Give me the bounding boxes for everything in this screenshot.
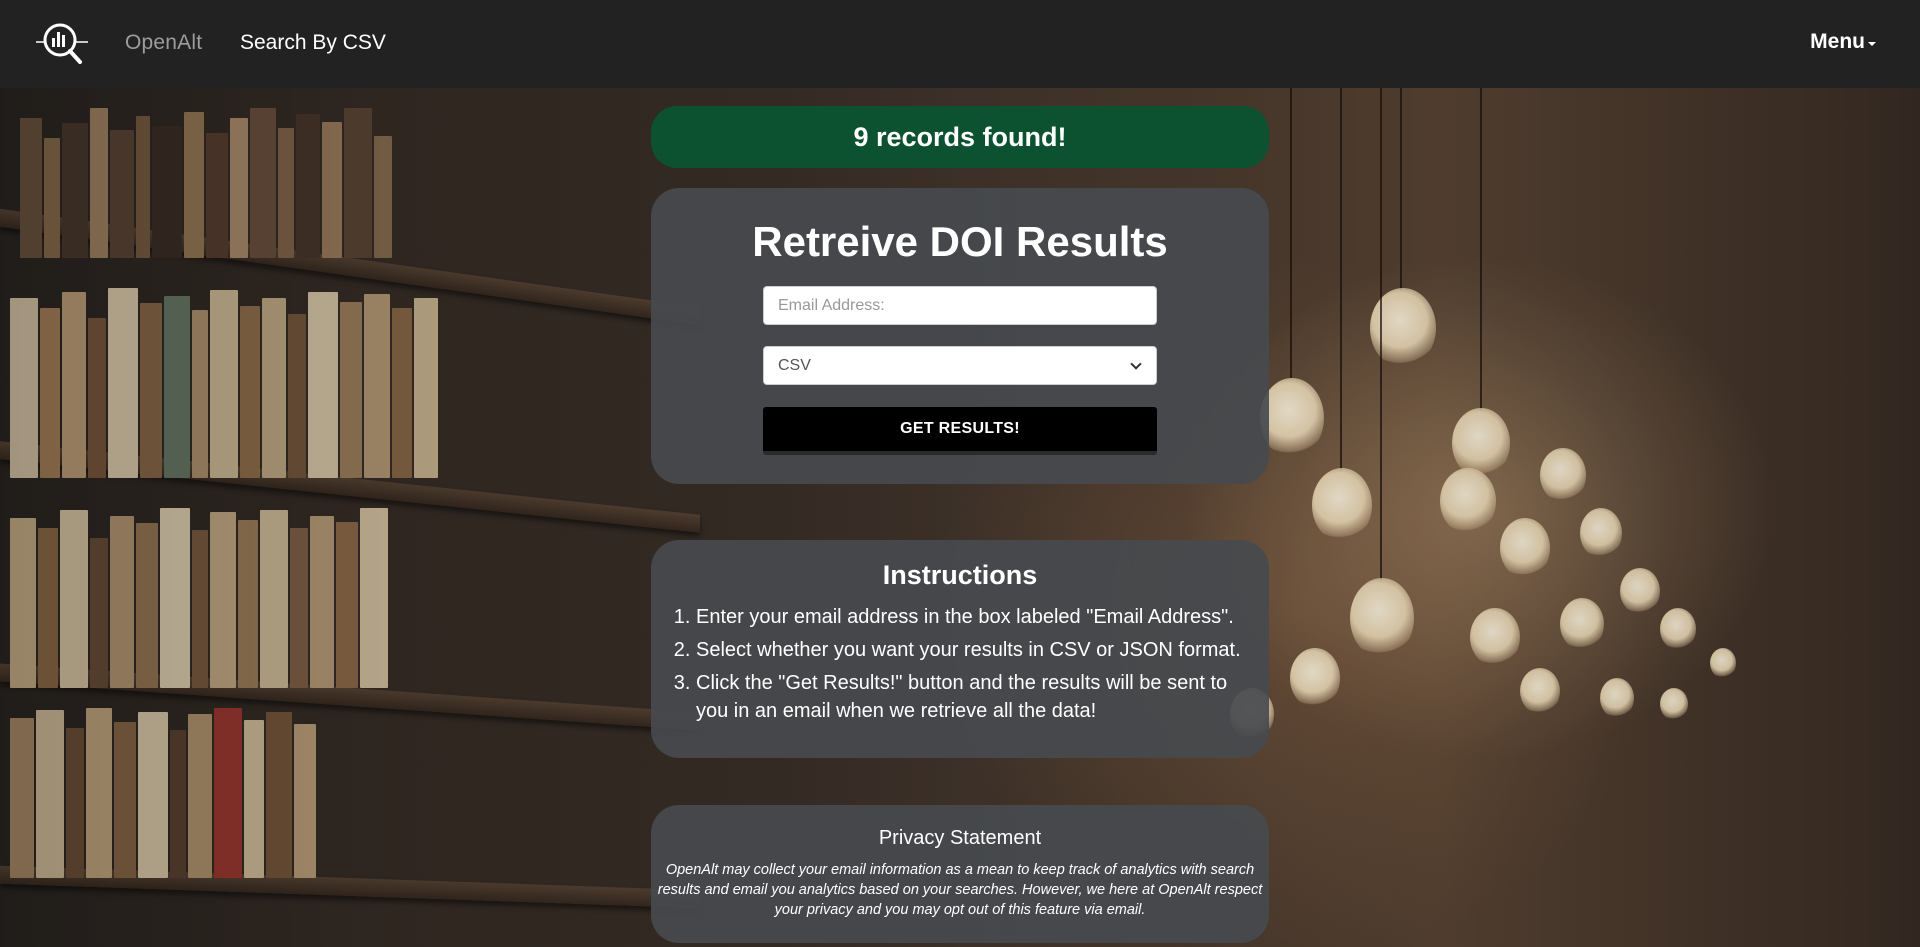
top-navbar: OpenAlt Search By CSV Menu [0, 0, 1920, 88]
privacy-statement-panel: Privacy Statement OpenAlt may collect yo… [651, 805, 1269, 943]
chevron-down-icon [1130, 357, 1142, 370]
instructions-list: Enter your email address in the box labe… [696, 603, 1246, 730]
privacy-text: OpenAlt may collect your email informati… [657, 862, 1263, 918]
search-by-csv-link[interactable]: Search By CSV [240, 31, 386, 55]
get-results-button[interactable]: GET RESULTS! [763, 407, 1157, 455]
email-field[interactable] [763, 286, 1157, 325]
records-found-alert: 9 records found! [651, 106, 1269, 168]
caret-down-icon [1868, 42, 1876, 46]
instructions-title: Instructions [882, 560, 1038, 590]
privacy-title: Privacy Statement [878, 827, 1042, 849]
instructions-panel: Instructions Enter your email address in… [651, 540, 1269, 758]
magnifier-chart-logo-icon[interactable] [34, 20, 90, 66]
brand-link[interactable]: OpenAlt [125, 31, 202, 55]
form-title: Retreive DOI Results [752, 218, 1168, 265]
instruction-step: Enter your email address in the box labe… [696, 603, 1246, 631]
menu-dropdown-toggle[interactable]: Menu [1810, 30, 1876, 54]
instruction-step: Click the "Get Results!" button and the … [696, 669, 1246, 725]
retrieve-results-panel: Retreive DOI Results CSV GET RESULTS! [651, 188, 1269, 484]
menu-label: Menu [1810, 30, 1865, 53]
format-select[interactable]: CSV [763, 346, 1157, 385]
instruction-step: Select whether you want your results in … [696, 636, 1246, 664]
format-selected-value: CSV [778, 356, 811, 374]
